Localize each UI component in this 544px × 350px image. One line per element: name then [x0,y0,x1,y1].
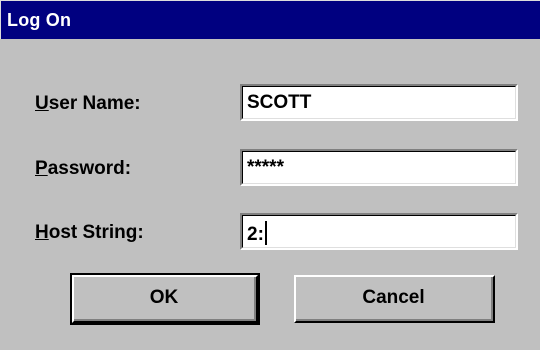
host-string-label-text: ost String: [48,222,144,243]
logon-dialog: Log On User Name: SCOTT Password: ***** … [0,0,540,350]
window-title: Log On [7,10,72,30]
ok-button-label: OK [149,287,179,308]
password-label: Password: [35,158,131,180]
host-string-mnemonic: H [35,222,49,243]
host-string-label: Host String: [35,222,144,244]
cancel-button[interactable]: Cancel [294,275,495,323]
user-name-value: SCOTT [247,92,312,113]
host-string-field[interactable]: 2: [240,213,518,250]
host-string-value: 2: [247,224,264,245]
password-label-text: assword: [47,158,132,179]
host-string-value-wrap: 2: [247,221,267,246]
ok-button[interactable]: OK [70,273,260,325]
window-edge [540,0,544,350]
text-caret [264,221,267,245]
user-name-label-text: ser Name: [48,93,141,114]
password-value: ***** [247,157,284,178]
cancel-button-label: Cancel [362,287,425,308]
user-name-field[interactable]: SCOTT [240,84,518,121]
title-bar[interactable]: Log On [0,0,540,39]
password-mnemonic: P [35,158,48,179]
user-name-label: User Name: [35,93,141,115]
password-field[interactable]: ***** [240,149,518,186]
user-name-mnemonic: U [35,93,49,114]
